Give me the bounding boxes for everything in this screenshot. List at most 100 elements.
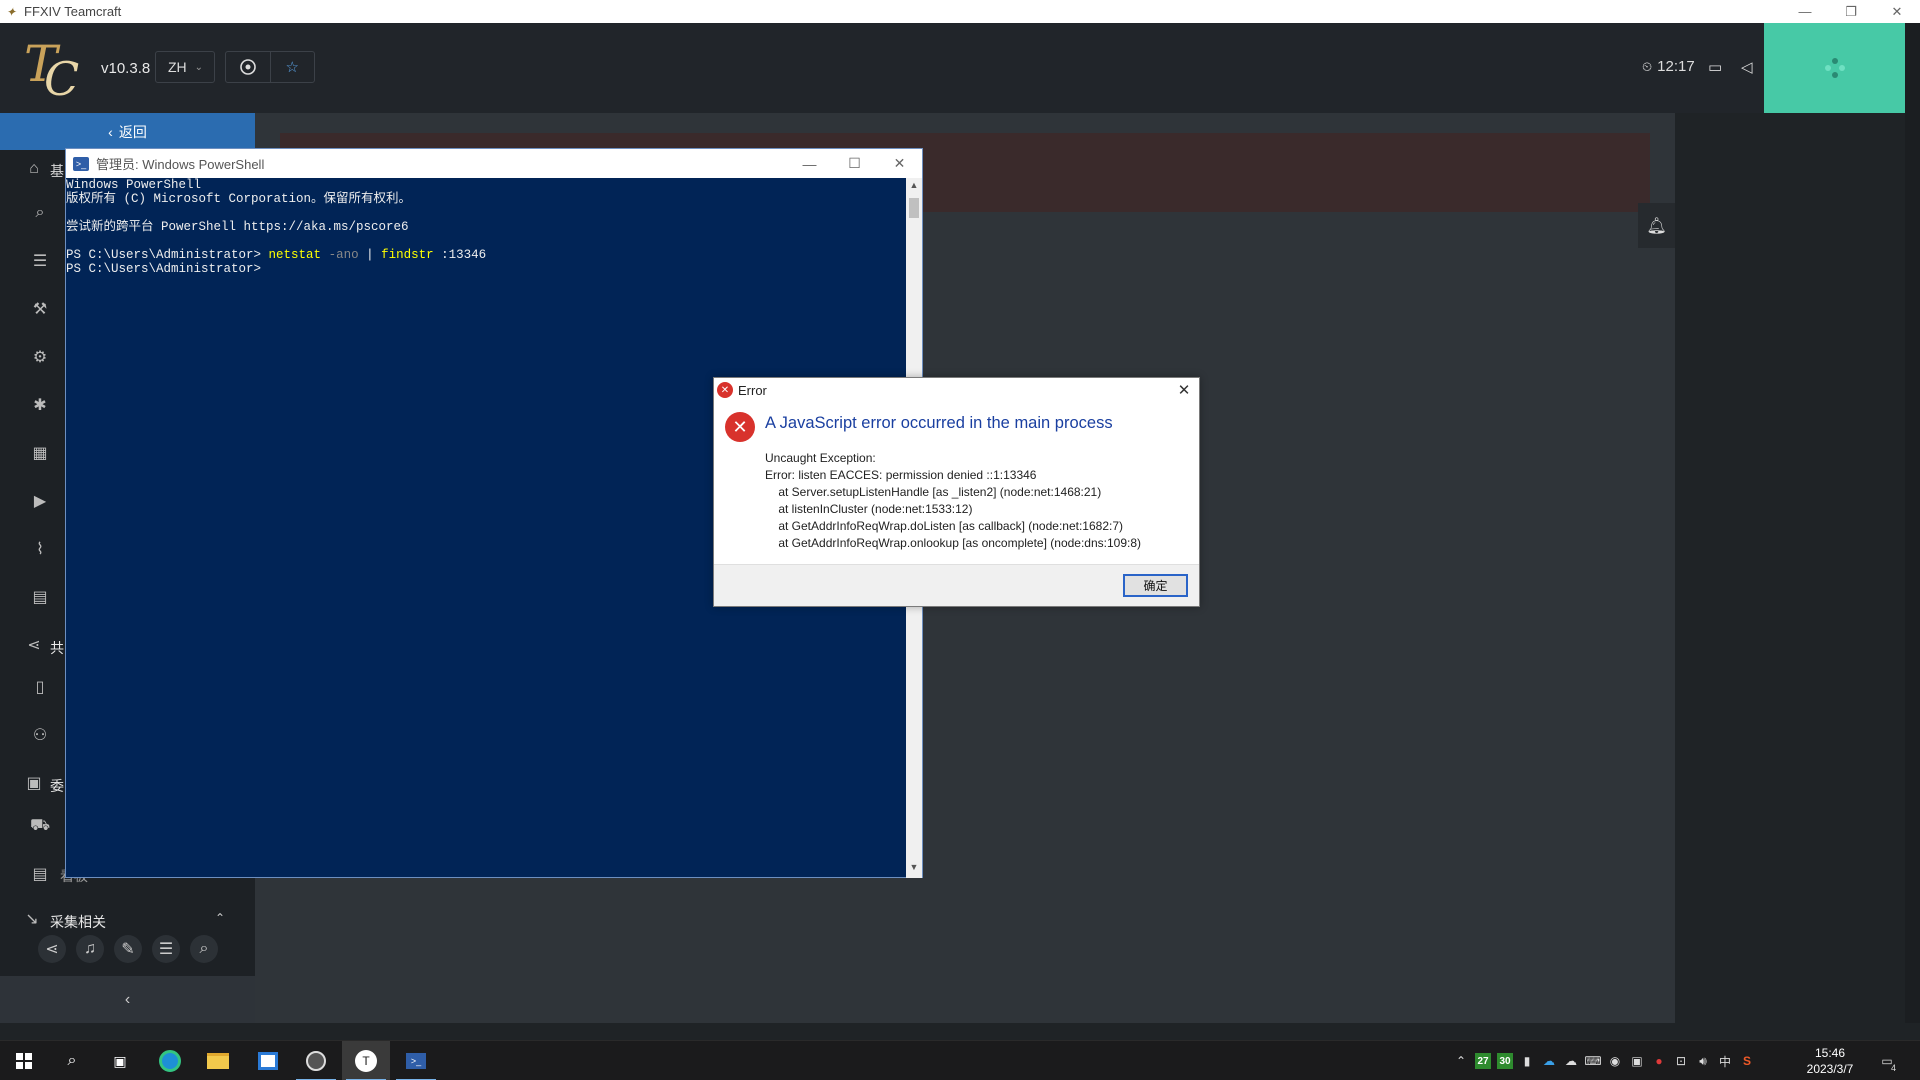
tray-expand-icon[interactable]: ⌃ bbox=[1450, 1041, 1472, 1080]
video-icon[interactable]: ▶ bbox=[30, 491, 50, 511]
error-detail-line: Uncaught Exception: bbox=[765, 451, 876, 465]
minimize-icon[interactable]: — bbox=[1782, 0, 1828, 23]
console-line: Windows PowerShell bbox=[66, 178, 202, 192]
security-icon[interactable]: ● bbox=[1648, 1041, 1670, 1080]
chart-icon[interactable]: ⌇ bbox=[30, 539, 50, 559]
home-icon[interactable]: ⌂ bbox=[24, 159, 44, 179]
team-icon[interactable]: ⚇ bbox=[30, 725, 50, 745]
error-detail-line: Error: listen EACCES: permission denied … bbox=[765, 468, 1037, 482]
search-icon[interactable]: ⌕ bbox=[190, 935, 218, 963]
close-icon[interactable]: ✕ bbox=[1874, 0, 1920, 23]
search-button[interactable]: ⌕ bbox=[48, 1041, 96, 1080]
maximize-icon[interactable]: ☐ bbox=[832, 149, 877, 178]
steam-icon[interactable]: ◉ bbox=[1604, 1041, 1626, 1080]
start-button[interactable] bbox=[0, 1041, 48, 1080]
shield-icon[interactable]: ▮ bbox=[1516, 1041, 1538, 1080]
taskbar-powershell[interactable]: >_ bbox=[392, 1041, 440, 1080]
share-icon: ⋖ bbox=[27, 637, 41, 654]
window-titlebar: ✦ FFXIV Teamcraft — ❐ ✕ bbox=[0, 0, 1920, 23]
ok-button[interactable]: 确定 bbox=[1123, 574, 1188, 597]
task-view-button[interactable]: ▣ bbox=[96, 1041, 144, 1080]
app-tray-icon[interactable]: ▣ bbox=[1626, 1041, 1648, 1080]
powershell-icon: >_ bbox=[406, 1053, 426, 1069]
taskbar-clock[interactable]: 15:46 2023/3/7 bbox=[1795, 1045, 1865, 1077]
store-icon: ▣ bbox=[26, 775, 42, 792]
scroll-up-icon[interactable]: ▲ bbox=[906, 180, 922, 194]
windows-icon bbox=[16, 1053, 32, 1069]
scroll-down-icon[interactable]: ▼ bbox=[906, 862, 922, 876]
tray-badge[interactable]: 27 bbox=[1472, 1041, 1494, 1080]
bell-icon: 🔔︎ bbox=[1646, 217, 1667, 235]
onedrive-icon[interactable]: ☁ bbox=[1538, 1041, 1560, 1080]
github-button[interactable] bbox=[226, 52, 270, 82]
scroll-thumb[interactable] bbox=[909, 198, 919, 218]
volume-icon[interactable]: 🔊︎ bbox=[1692, 1041, 1714, 1080]
document-icon[interactable]: ▯ bbox=[30, 677, 50, 697]
error-dialog-footer: 确定 bbox=[714, 564, 1199, 606]
taskbar-explorer[interactable] bbox=[194, 1041, 242, 1080]
feather-icon[interactable]: ✎ bbox=[114, 935, 142, 963]
gears-icon[interactable]: ⚙ bbox=[30, 347, 50, 367]
error-dialog: ✕ Error ✕ ✕ A JavaScript error occurred … bbox=[713, 377, 1200, 607]
back-button[interactable]: ‹ 返回 bbox=[0, 113, 255, 150]
console-line: 版权所有 (C) Microsoft Corporation。保留所有权利。 bbox=[66, 192, 412, 206]
sidebar-section-basic[interactable]: 基 bbox=[50, 161, 64, 181]
cloud-icon[interactable]: ☁ bbox=[1560, 1041, 1582, 1080]
tools-icon[interactable]: ✱ bbox=[30, 395, 50, 415]
svg-text:C: C bbox=[44, 52, 79, 101]
loading-dots-icon bbox=[1824, 58, 1845, 78]
cart-icon[interactable]: ⛟ bbox=[30, 816, 50, 836]
error-icon: ✕ bbox=[725, 412, 755, 442]
taskbar-store[interactable] bbox=[244, 1041, 292, 1080]
console-cmd-netstat: netstat bbox=[268, 248, 322, 262]
star-button[interactable]: ☆ bbox=[269, 52, 315, 82]
powershell-title: 管理员: Windows PowerShell bbox=[96, 157, 265, 172]
desktop: ✦ FFXIV Teamcraft — ❐ ✕ T C v10.3.8 ZH ⌄… bbox=[0, 0, 1920, 1080]
header-clock[interactable]: ⏲ 12:17 bbox=[1642, 58, 1695, 75]
gathering-quick-buttons: ⋖ ♫ ✎ ☰ ⌕ bbox=[38, 935, 218, 963]
building-icon[interactable]: ▤ bbox=[30, 587, 50, 607]
announce-button[interactable]: ◁ bbox=[1741, 58, 1753, 76]
sogou-icon[interactable]: S bbox=[1736, 1041, 1758, 1080]
board-icon[interactable]: ▤ bbox=[30, 864, 50, 884]
chevron-left-icon: ‹ bbox=[108, 123, 113, 140]
share-icon[interactable]: ⋖ bbox=[38, 935, 66, 963]
grid-icon[interactable]: ▦ bbox=[30, 443, 50, 463]
list-icon[interactable]: ☰ bbox=[152, 935, 180, 963]
teamcraft-icon: T bbox=[355, 1050, 377, 1072]
search-icon[interactable]: ⌕ bbox=[30, 203, 50, 223]
powershell-icon: >_ bbox=[73, 156, 89, 171]
tc-logo[interactable]: T C bbox=[20, 33, 90, 101]
notification-count: 4 bbox=[1890, 1063, 1896, 1073]
sidebar-section-share: 共 bbox=[50, 640, 64, 656]
chevron-up-icon[interactable]: ⌃ bbox=[215, 911, 225, 925]
taskbar-edge[interactable] bbox=[146, 1041, 194, 1080]
powershell-titlebar[interactable]: >_ 管理员: Windows PowerShell — ☐ ✕ bbox=[66, 149, 922, 178]
folder-icon bbox=[207, 1053, 229, 1069]
ime-indicator[interactable]: 中 bbox=[1714, 1041, 1736, 1080]
language-select[interactable]: ZH ⌄ bbox=[155, 51, 215, 83]
restore-icon[interactable]: ❐ bbox=[1828, 0, 1874, 23]
tray-badge[interactable]: 30 bbox=[1494, 1041, 1516, 1080]
user-avatar-button[interactable] bbox=[1764, 23, 1905, 113]
app-icon bbox=[306, 1051, 326, 1071]
error-dialog-titlebar[interactable]: ✕ Error ✕ bbox=[714, 378, 1199, 402]
network-icon[interactable]: ⊡ bbox=[1670, 1041, 1692, 1080]
minimize-icon[interactable]: — bbox=[787, 149, 832, 178]
list-icon[interactable]: ☰ bbox=[30, 251, 50, 271]
bell-icon[interactable]: ♫ bbox=[76, 935, 104, 963]
notification-center[interactable]: ▭ 4 bbox=[1876, 1041, 1898, 1080]
console-pipe: | bbox=[366, 248, 382, 262]
chevron-left-icon: ‹ bbox=[124, 990, 131, 1008]
hammer-icon[interactable]: ⚒ bbox=[30, 299, 50, 319]
close-icon[interactable]: ✕ bbox=[1175, 381, 1193, 399]
sidebar-collapse-button[interactable]: ‹ bbox=[0, 976, 255, 1023]
taskbar-app-bear[interactable] bbox=[292, 1041, 340, 1080]
notifications-button[interactable]: 🔔︎ bbox=[1638, 203, 1675, 248]
laptop-button[interactable]: ▭ bbox=[1708, 58, 1722, 76]
notification-icon: ▭ 4 bbox=[1881, 1054, 1896, 1073]
taskbar-teamcraft[interactable]: T bbox=[342, 1041, 390, 1080]
keyboard-icon[interactable]: ⌨ bbox=[1582, 1041, 1604, 1080]
console-prompt-line: PS C:\Users\Administrator> bbox=[66, 262, 262, 276]
close-icon[interactable]: ✕ bbox=[877, 149, 922, 178]
